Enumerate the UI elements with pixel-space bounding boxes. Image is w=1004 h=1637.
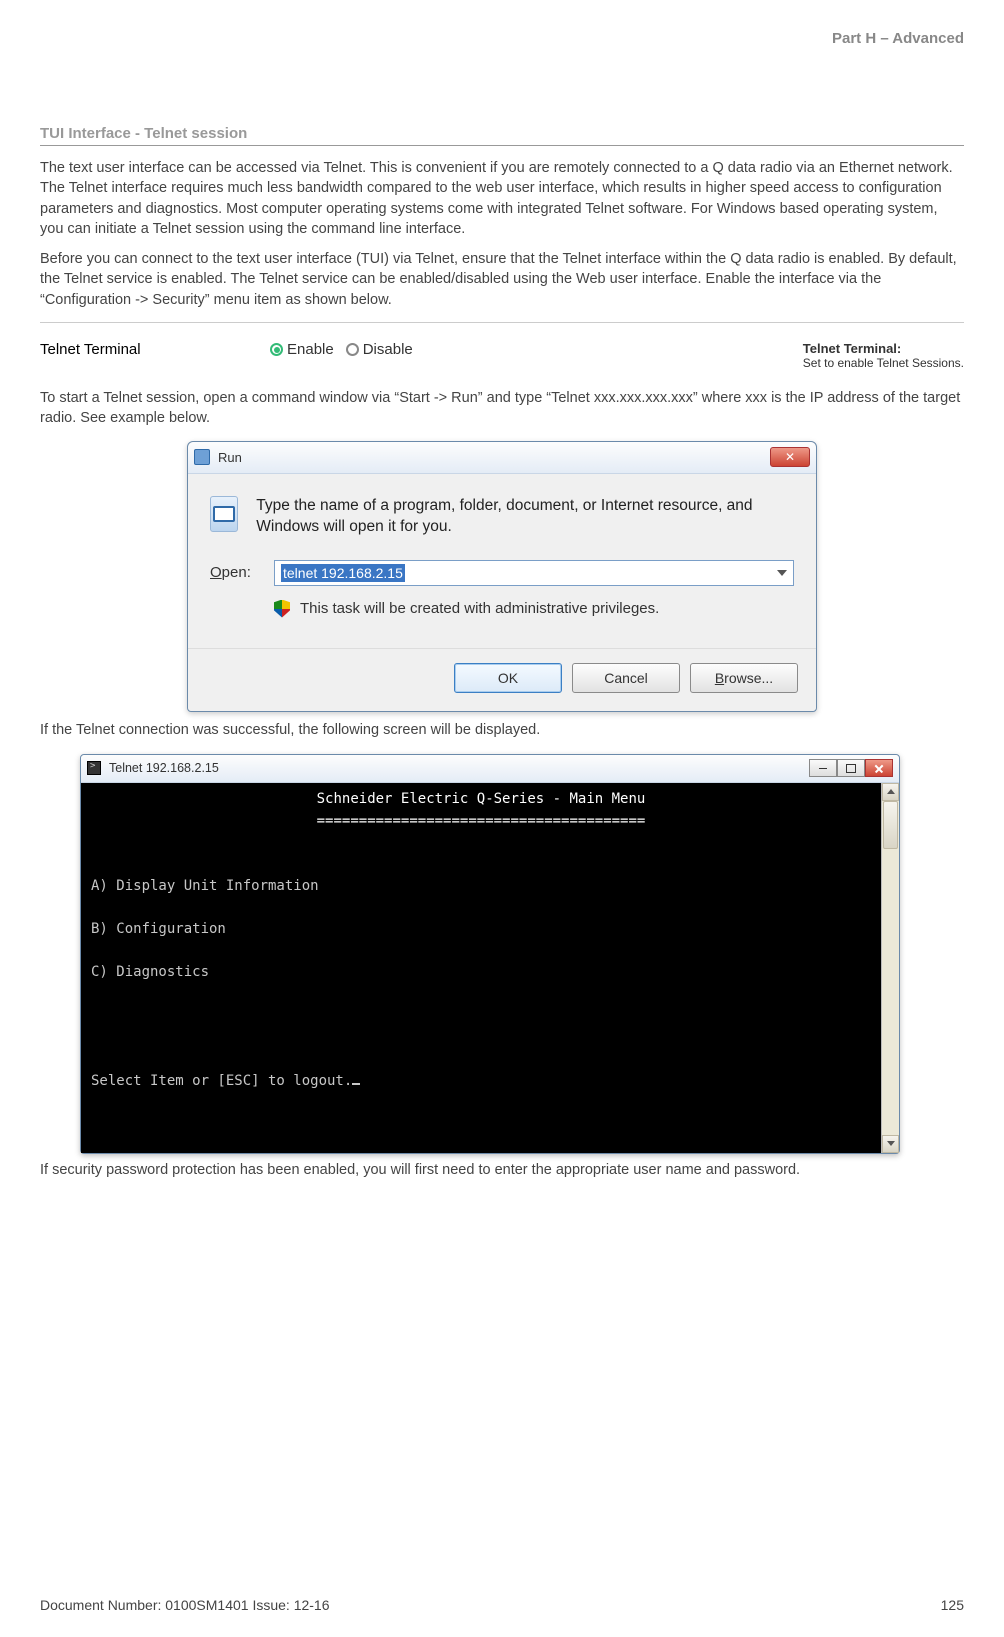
cancel-button[interactable]: Cancel bbox=[572, 663, 680, 693]
telnet-window-title: Telnet 192.168.2.15 bbox=[109, 761, 219, 775]
page-header-part: Part H – Advanced bbox=[832, 30, 964, 47]
terminal-icon bbox=[87, 761, 101, 775]
telnet-config-row: Telnet Terminal Enable Disable Telnet Te… bbox=[40, 322, 964, 370]
browse-button[interactable]: Browse... bbox=[690, 663, 798, 693]
scroll-down-icon[interactable] bbox=[882, 1135, 899, 1153]
page-footer: Document Number: 0100SM1401 Issue: 12-16… bbox=[40, 1597, 964, 1613]
shield-icon bbox=[274, 600, 290, 618]
terminal-output[interactable]: Schneider Electric Q-Series - Main Menu=… bbox=[81, 783, 881, 1153]
radio-enable[interactable] bbox=[270, 343, 283, 356]
run-title: Run bbox=[218, 450, 242, 465]
run-titlebar: Run ✕ bbox=[188, 442, 816, 474]
radio-enable-label: Enable bbox=[287, 341, 334, 358]
run-description: Type the name of a program, folder, docu… bbox=[256, 496, 794, 538]
ok-button[interactable]: OK bbox=[454, 663, 562, 693]
telnet-help-sub: Set to enable Telnet Sessions. bbox=[803, 356, 964, 370]
telnet-help: Telnet Terminal: Set to enable Telnet Se… bbox=[803, 341, 964, 370]
run-dialog: Run ✕ Type the name of a program, folder… bbox=[187, 441, 817, 712]
radio-disable[interactable] bbox=[346, 343, 359, 356]
telnet-terminal-label: Telnet Terminal bbox=[40, 341, 270, 358]
run-icon bbox=[194, 449, 210, 465]
section-title: TUI Interface - Telnet session bbox=[40, 125, 964, 146]
footer-docnum: Document Number: 0100SM1401 Issue: 12-16 bbox=[40, 1597, 330, 1613]
paragraph-success: If the Telnet connection was successful,… bbox=[40, 720, 964, 740]
paragraph-enable: Before you can connect to the text user … bbox=[40, 249, 964, 310]
scrollbar[interactable] bbox=[881, 783, 899, 1153]
radio-disable-label: Disable bbox=[363, 341, 413, 358]
telnet-radio-group: Enable Disable bbox=[270, 341, 413, 358]
open-combobox[interactable]: telnet 192.168.2.15 bbox=[274, 560, 794, 586]
scroll-thumb[interactable] bbox=[883, 801, 898, 849]
footer-pagenum: 125 bbox=[941, 1597, 964, 1613]
telnet-window: Telnet 192.168.2.15 Schneider Electric Q… bbox=[80, 754, 900, 1154]
chevron-down-icon[interactable] bbox=[777, 570, 787, 576]
scroll-up-icon[interactable] bbox=[882, 783, 899, 801]
minimize-button[interactable] bbox=[809, 759, 837, 777]
close-icon[interactable]: ✕ bbox=[770, 447, 810, 467]
telnet-titlebar: Telnet 192.168.2.15 bbox=[81, 755, 899, 783]
admin-note: This task will be created with administr… bbox=[300, 600, 659, 617]
paragraph-security: If security password protection has been… bbox=[40, 1160, 964, 1180]
maximize-button[interactable] bbox=[837, 759, 865, 777]
paragraph-intro: The text user interface can be accessed … bbox=[40, 158, 964, 239]
close-button[interactable] bbox=[865, 759, 893, 777]
paragraph-startsession: To start a Telnet session, open a comman… bbox=[40, 388, 964, 429]
telnet-help-title: Telnet Terminal: bbox=[803, 341, 964, 356]
open-input-value: telnet 192.168.2.15 bbox=[281, 564, 405, 582]
cursor-icon bbox=[352, 1083, 360, 1085]
run-program-icon bbox=[210, 496, 238, 532]
open-label: Open: bbox=[210, 564, 260, 581]
